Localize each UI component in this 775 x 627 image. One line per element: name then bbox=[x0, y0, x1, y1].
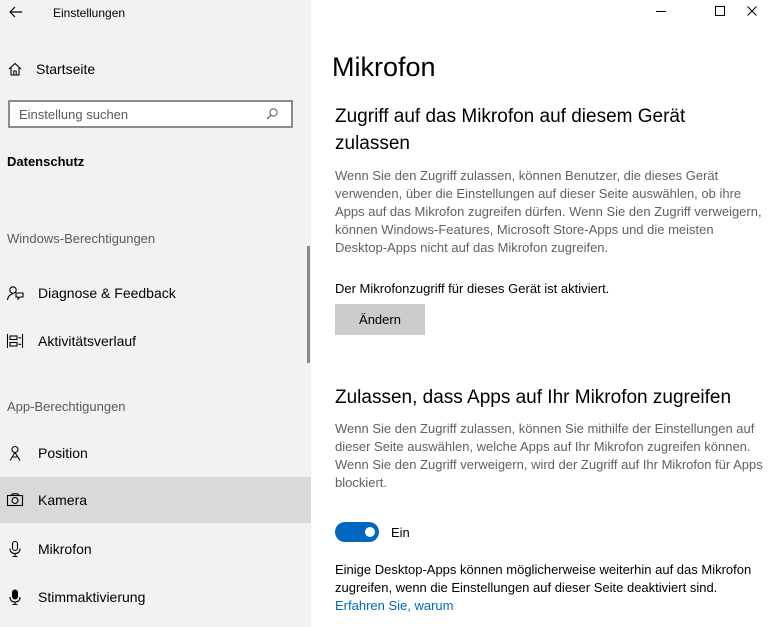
change-button[interactable]: Ändern bbox=[335, 304, 425, 335]
sidebar-item-mikrofon[interactable]: Mikrofon bbox=[0, 526, 311, 572]
sidebar-item-label: Mikrofon bbox=[38, 541, 92, 557]
sidebar-item-aktivitaetsverlauf[interactable]: Aktivitätsverlauf bbox=[0, 318, 311, 364]
home-icon bbox=[6, 60, 24, 78]
search-input[interactable] bbox=[19, 106, 264, 122]
sidebar: Einstellungen Startseite Datenschutz Win… bbox=[0, 0, 311, 627]
back-arrow-icon[interactable] bbox=[8, 3, 24, 21]
scrollbar-thumb[interactable] bbox=[307, 246, 310, 363]
app-access-toggle[interactable] bbox=[335, 522, 379, 542]
maximize-icon bbox=[714, 4, 726, 22]
sidebar-item-label: Aktivitätsverlauf bbox=[38, 333, 137, 349]
group-label-windows: Windows-Berechtigungen bbox=[7, 231, 156, 246]
learn-why-link[interactable]: Erfahren Sie, warum bbox=[335, 598, 454, 613]
device-access-heading: Zugriff auf das Mikrofon auf diesem Gerä… bbox=[335, 106, 686, 154]
sidebar-item-diagnose[interactable]: Diagnose & Feedback bbox=[0, 270, 311, 316]
minimize-button[interactable] bbox=[638, 0, 684, 26]
camera-icon bbox=[6, 491, 24, 509]
desktop-apps-note-text: Einige Desktop-Apps können möglicherweis… bbox=[335, 562, 752, 595]
search-icon[interactable] bbox=[264, 106, 280, 122]
toggle-knob bbox=[365, 527, 375, 537]
group-label-app: App-Berechtigungen bbox=[7, 399, 126, 414]
sidebar-item-stimmaktivierung[interactable]: Stimmaktivierung bbox=[0, 574, 311, 620]
sidebar-item-kamera[interactable]: Kamera bbox=[0, 477, 311, 523]
close-icon bbox=[746, 4, 758, 22]
sidebar-item-label: Diagnose & Feedback bbox=[38, 285, 176, 301]
minimize-icon bbox=[655, 4, 667, 22]
toggle-state-label: Ein bbox=[391, 525, 410, 540]
close-button[interactable] bbox=[729, 0, 775, 26]
sidebar-item-label: Stimmaktivierung bbox=[38, 589, 146, 605]
voice-icon bbox=[6, 588, 24, 606]
timeline-icon bbox=[6, 332, 24, 350]
window-title: Einstellungen bbox=[53, 6, 126, 20]
sidebar-item-home[interactable]: Startseite bbox=[0, 46, 311, 92]
sidebar-item-label: Position bbox=[38, 445, 88, 461]
sidebar-item-label: Kamera bbox=[38, 492, 88, 508]
sidebar-item-label: Startseite bbox=[36, 61, 96, 77]
microphone-icon bbox=[6, 540, 24, 558]
desktop-apps-note: Einige Desktop-Apps können möglicherweis… bbox=[335, 561, 765, 615]
location-icon bbox=[6, 444, 24, 462]
page-title: Mikrofon bbox=[332, 52, 436, 82]
device-access-description: Wenn Sie den Zugriff zulassen, können Be… bbox=[335, 168, 762, 255]
feedback-icon bbox=[6, 284, 24, 302]
section-title: Datenschutz bbox=[7, 154, 85, 169]
app-access-heading: Zulassen, dass Apps auf Ihr Mikrofon zug… bbox=[335, 387, 732, 408]
app-access-description: Wenn Sie den Zugriff zulassen, können Si… bbox=[335, 421, 763, 490]
sidebar-item-position[interactable]: Position bbox=[0, 430, 311, 476]
device-access-status: Der Mikrofonzugriff für dieses Gerät ist… bbox=[335, 281, 610, 296]
search-box[interactable] bbox=[8, 100, 293, 128]
